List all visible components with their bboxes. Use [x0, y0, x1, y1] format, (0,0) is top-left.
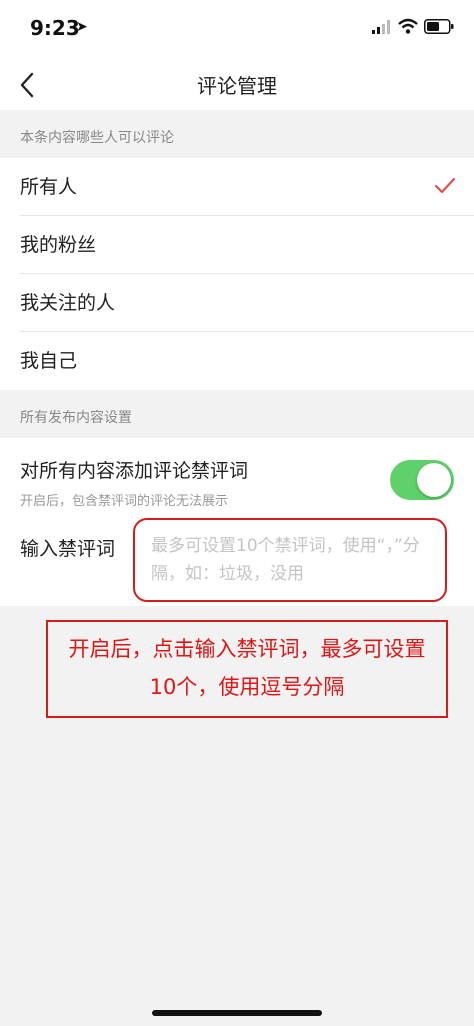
comment-scope-header: 本条内容哪些人可以评论: [0, 110, 474, 158]
cellular-signal-icon: [372, 20, 390, 34]
banned-words-toggle-desc: 开启后，包含禁评词的评论无法展示: [20, 494, 229, 509]
wifi-icon: [398, 18, 418, 34]
banned-words-input-highlight: [133, 518, 447, 602]
banned-words-input[interactable]: [151, 532, 431, 592]
comment-scope-list: 所有人 我的粉丝 我关注的人 我自己: [0, 158, 474, 390]
toggle-knob: [417, 463, 451, 497]
scope-option-label: 所有人: [20, 176, 78, 198]
publish-settings-header: 所有发布内容设置: [0, 390, 474, 438]
banned-words-toggle-title: 对所有内容添加评论禁评词: [20, 460, 249, 482]
scope-option-everyone[interactable]: 所有人: [0, 158, 474, 216]
home-indicator: [152, 1010, 322, 1016]
banned-words-label: 输入禁评词: [20, 538, 116, 560]
publish-settings-block: 对所有内容添加评论禁评词 开启后，包含禁评词的评论无法展示 输入禁评词: [0, 438, 474, 606]
banned-words-toggle[interactable]: [390, 460, 454, 500]
back-chevron-icon[interactable]: [14, 70, 44, 100]
nav-bar: 评论管理: [0, 58, 474, 110]
scope-option-label: 我关注的人: [20, 292, 116, 314]
scope-option-label: 我自己: [20, 350, 78, 372]
scope-option-following[interactable]: 我关注的人: [0, 274, 474, 332]
checkmark-icon: [434, 177, 456, 194]
annotation-callout: 开启后，点击输入禁评词，最多可设置10个，使用逗号分隔: [46, 620, 448, 718]
scope-option-fans[interactable]: 我的粉丝: [0, 216, 474, 274]
status-time: 9:23: [30, 16, 80, 40]
status-bar: 9:23 ➤: [0, 0, 474, 58]
location-arrow-icon: ➤: [76, 19, 88, 35]
scope-option-myself[interactable]: 我自己: [0, 332, 474, 390]
battery-icon: [424, 19, 454, 34]
page-title: 评论管理: [197, 74, 277, 98]
scope-option-label: 我的粉丝: [20, 234, 97, 256]
